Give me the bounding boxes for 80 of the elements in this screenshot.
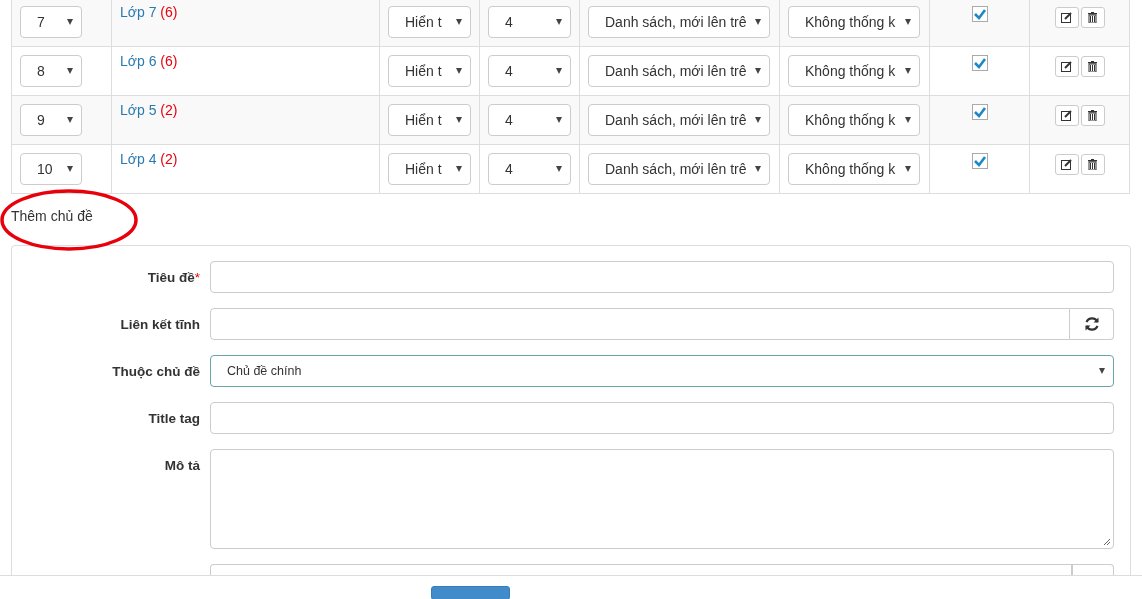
- display-select[interactable]: Hiển t: [388, 104, 471, 136]
- order-select[interactable]: 8: [20, 55, 82, 87]
- layout-select[interactable]: Danh sách, mới lên trê: [588, 153, 770, 185]
- per-page-select[interactable]: 4: [488, 6, 571, 38]
- field-label: Title tag: [148, 411, 200, 426]
- stats-select[interactable]: Không thống k: [788, 153, 920, 185]
- per-page-select[interactable]: 4: [488, 104, 571, 136]
- caret-icon: [67, 19, 73, 25]
- order-select[interactable]: 9: [20, 104, 82, 136]
- trash-icon: [1088, 61, 1097, 72]
- resize-icon: [1103, 538, 1111, 546]
- text-field[interactable]: [210, 402, 1114, 434]
- stats-select[interactable]: Không thống k: [788, 55, 920, 87]
- edit-icon: [1061, 61, 1072, 72]
- layout-select[interactable]: Danh sách, mới lên trê: [588, 6, 770, 38]
- category-link[interactable]: Lớp 5 (2): [120, 102, 178, 118]
- checkbox[interactable]: [971, 153, 988, 169]
- trash-icon: [1088, 12, 1097, 23]
- field-label: Thuộc chủ đề: [112, 364, 200, 379]
- field-label: Tiêu đề*: [147, 270, 200, 285]
- caret-icon: [755, 166, 761, 172]
- edit-icon: [1061, 12, 1072, 23]
- caret-icon: [905, 117, 911, 123]
- caret-icon: [556, 68, 562, 74]
- caret-icon: [905, 19, 911, 25]
- refresh-icon: [1083, 316, 1100, 332]
- display-select[interactable]: Hiển t: [388, 55, 471, 87]
- caret-icon: [755, 68, 761, 74]
- trash-icon: [1088, 110, 1097, 121]
- delete-button[interactable]: [1080, 56, 1105, 77]
- order-select[interactable]: 7: [20, 6, 82, 38]
- field-label: Liên kết tĩnh: [120, 317, 200, 332]
- category-link[interactable]: Lớp 7 (6): [120, 4, 178, 20]
- per-page-select[interactable]: 4: [488, 55, 571, 87]
- edit-button[interactable]: [1054, 56, 1079, 77]
- checkbox[interactable]: [971, 104, 988, 120]
- file-field[interactable]: [210, 564, 1072, 575]
- category-link[interactable]: Lớp 6 (6): [120, 53, 178, 69]
- edit-button[interactable]: [1054, 154, 1079, 175]
- caret-icon: [456, 166, 462, 172]
- edit-icon: [1061, 159, 1072, 170]
- caret-icon: [67, 68, 73, 74]
- checkbox[interactable]: [971, 55, 988, 71]
- order-select[interactable]: 10: [20, 153, 82, 185]
- refresh-button[interactable]: [1070, 308, 1114, 340]
- caret-icon: [456, 19, 462, 25]
- caret-icon: [755, 117, 761, 123]
- edit-button[interactable]: [1054, 105, 1079, 126]
- caret-icon: [1099, 368, 1105, 374]
- description-field[interactable]: [210, 449, 1114, 549]
- caret-icon: [67, 166, 73, 172]
- section-title: Thêm chủ đề: [11, 208, 93, 224]
- caret-icon: [456, 68, 462, 74]
- edit-button[interactable]: [1054, 7, 1079, 28]
- display-select[interactable]: Hiển t: [388, 153, 471, 185]
- delete-button[interactable]: [1080, 7, 1105, 28]
- text-field[interactable]: [210, 261, 1114, 293]
- display-select[interactable]: Hiển t: [388, 6, 471, 38]
- caret-icon: [67, 117, 73, 123]
- caret-icon: [456, 117, 462, 123]
- caret-icon: [905, 68, 911, 74]
- caret-icon: [556, 117, 562, 123]
- layout-select[interactable]: Danh sách, mới lên trê: [588, 104, 770, 136]
- parent-select[interactable]: Chủ đề chính: [210, 355, 1114, 387]
- category-link[interactable]: Lớp 4 (2): [120, 151, 178, 167]
- delete-button[interactable]: [1080, 154, 1105, 175]
- caret-icon: [556, 166, 562, 172]
- field-label: Mô tả: [164, 458, 200, 473]
- delete-button[interactable]: [1080, 105, 1105, 126]
- stats-select[interactable]: Không thống k: [788, 6, 920, 38]
- stats-select[interactable]: Không thống k: [788, 104, 920, 136]
- layout-select[interactable]: Danh sách, mới lên trê: [588, 55, 770, 87]
- caret-icon: [755, 19, 761, 25]
- url-field[interactable]: [210, 308, 1070, 340]
- caret-icon: [905, 166, 911, 172]
- per-page-select[interactable]: 4: [488, 153, 571, 185]
- caret-icon: [556, 19, 562, 25]
- edit-icon: [1061, 110, 1072, 121]
- checkbox[interactable]: [971, 6, 988, 22]
- trash-icon: [1088, 159, 1097, 170]
